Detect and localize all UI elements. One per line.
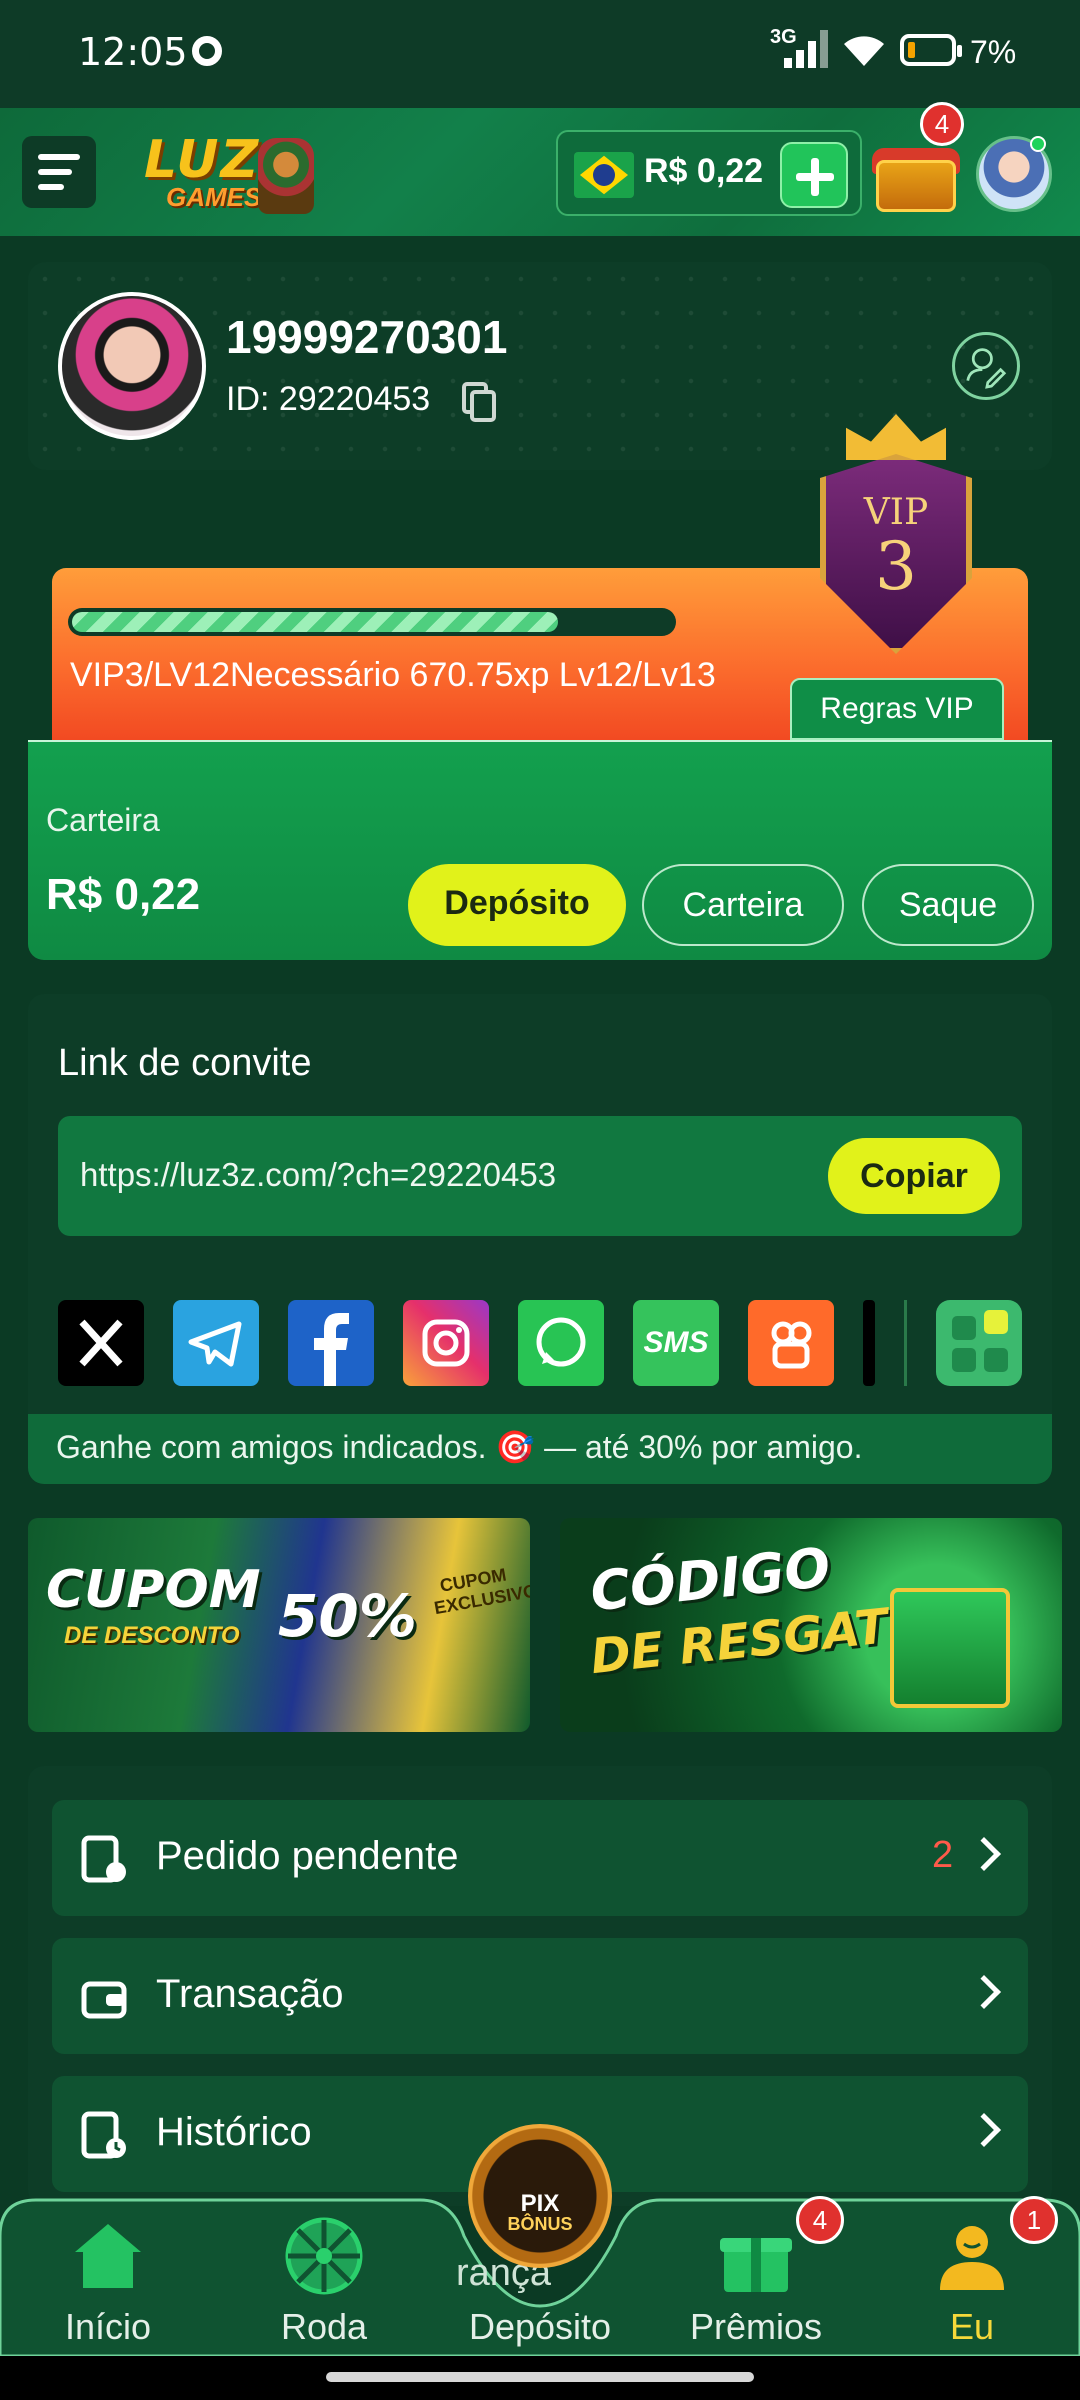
treasure-chest-icon[interactable] xyxy=(872,138,962,214)
vip-rules-button[interactable]: Regras VIP xyxy=(790,678,1004,740)
header-balance: R$ 0,22 xyxy=(644,152,764,190)
withdraw-button[interactable]: Saque xyxy=(862,864,1034,946)
coupon-title: CUPOM xyxy=(46,1560,261,1620)
add-funds-button[interactable] xyxy=(780,142,848,208)
prizes-badge: 4 xyxy=(796,2196,844,2244)
chrome-icon xyxy=(192,36,222,66)
vip-badge-label: VIP xyxy=(863,492,929,533)
pirate-mascot-icon xyxy=(258,138,314,214)
online-indicator xyxy=(1030,136,1046,152)
wheel-icon xyxy=(285,2217,363,2295)
instagram-icon[interactable] xyxy=(403,1300,489,1386)
sms-icon[interactable]: SMS xyxy=(633,1300,719,1386)
vip-progress-fill xyxy=(72,612,558,632)
user-id: ID: 29220453 xyxy=(226,380,431,418)
deposit-button[interactable]: Depósito xyxy=(408,864,626,946)
edit-profile-icon[interactable] xyxy=(952,332,1020,400)
chevron-right-icon xyxy=(967,1837,1001,1871)
brazil-flag-icon xyxy=(574,152,634,198)
chevron-right-icon xyxy=(967,1975,1001,2009)
menu-item-label: Histórico xyxy=(156,2110,312,2154)
wallet-amount: R$ 0,22 xyxy=(46,870,201,919)
user-icon xyxy=(940,2226,1004,2290)
battery-icon xyxy=(900,34,962,66)
vip-progress-text: VIP3/LV12Necessário 670.75xp Lv12/Lv13 xyxy=(70,656,716,694)
vip-level-badge: VIP 3 xyxy=(816,414,976,670)
signal-icon xyxy=(784,30,828,68)
luz-games-logo[interactable]: LUZ GAMES xyxy=(140,130,315,218)
status-bar: 12:05 3G 7% xyxy=(0,0,1080,108)
wifi-icon xyxy=(844,36,884,66)
gift-box-icon xyxy=(890,1588,1010,1708)
pending-count: 2 xyxy=(932,1834,954,1876)
status-time: 12:05 xyxy=(78,30,188,74)
coupon-subtitle: DE DESCONTO xyxy=(64,1622,240,1649)
copy-link-button[interactable]: Copiar xyxy=(828,1138,1000,1214)
gesture-bar xyxy=(0,2356,1080,2400)
invite-link-box: https://luz3z.com/?ch=29220453 Copiar xyxy=(58,1116,1022,1236)
invite-url[interactable]: https://luz3z.com/?ch=29220453 xyxy=(80,1156,556,1194)
battery-percent: 7% xyxy=(970,34,1017,70)
coupon-banner[interactable]: CUPOM DE DESCONTO 50% CUPOM EXCLUSIVO xyxy=(28,1518,530,1732)
coupon-percent: 50% xyxy=(278,1582,417,1650)
facebook-icon[interactable] xyxy=(288,1300,374,1386)
app-header: LUZ GAMES R$ 0,22 4 xyxy=(0,102,1080,236)
home-indicator[interactable] xyxy=(326,2372,754,2382)
wallet-card: Carteira R$ 0,22 Depósito Carteira Saque xyxy=(28,740,1052,960)
telegram-icon[interactable] xyxy=(173,1300,259,1386)
home-icon xyxy=(75,2224,141,2288)
wallet-label: Carteira xyxy=(46,802,160,838)
menu-button[interactable] xyxy=(22,136,96,208)
gift-icon xyxy=(720,2238,792,2292)
chevron-right-icon xyxy=(967,2113,1001,2147)
invite-title: Link de convite xyxy=(58,1042,312,1084)
wallet-transaction-icon xyxy=(81,1981,127,2019)
avatar[interactable] xyxy=(58,292,206,440)
tiktok-icon[interactable] xyxy=(863,1300,875,1386)
vip-badge-level: 3 xyxy=(875,528,917,605)
invite-section: Link de convite https://luz3z.com/?ch=29… xyxy=(28,994,1052,1484)
me-badge: 1 xyxy=(1010,2196,1058,2244)
whatsapp-icon[interactable] xyxy=(518,1300,604,1386)
wallet-button[interactable]: Carteira xyxy=(642,864,844,946)
redeem-code-banner[interactable]: CÓDIGO DE RESGATE xyxy=(560,1518,1062,1732)
kwai-icon[interactable] xyxy=(748,1300,834,1386)
x-icon[interactable] xyxy=(58,1300,144,1386)
balance-widget[interactable]: R$ 0,22 xyxy=(556,130,862,216)
pix-bonus-icon[interactable]: PIX BÔNUS xyxy=(468,2124,612,2268)
history-icon xyxy=(81,2111,126,2159)
menu-item-label: Pedido pendente xyxy=(156,1834,459,1878)
pending-order-icon xyxy=(81,1835,126,1883)
nav-wheel[interactable]: Roda xyxy=(234,2216,414,2356)
nav-home[interactable]: Início xyxy=(18,2216,198,2356)
more-apps-icon[interactable] xyxy=(936,1300,1022,1386)
crown-icon xyxy=(846,414,946,460)
chest-badge: 4 xyxy=(920,102,964,146)
username: 19999270301 xyxy=(226,311,508,363)
copy-icon[interactable] xyxy=(462,382,496,422)
pending-order-row[interactable]: Pedido pendente 2 xyxy=(52,1800,1028,1916)
share-divider xyxy=(904,1300,907,1386)
coupon-tag: CUPOM EXCLUSIVO xyxy=(432,1564,530,1619)
menu-item-label: Transação xyxy=(156,1972,344,2016)
referral-note: Ganhe com amigos indicados. 🎯 — até 30% … xyxy=(28,1414,1052,1484)
transaction-row[interactable]: Transação xyxy=(52,1938,1028,2054)
